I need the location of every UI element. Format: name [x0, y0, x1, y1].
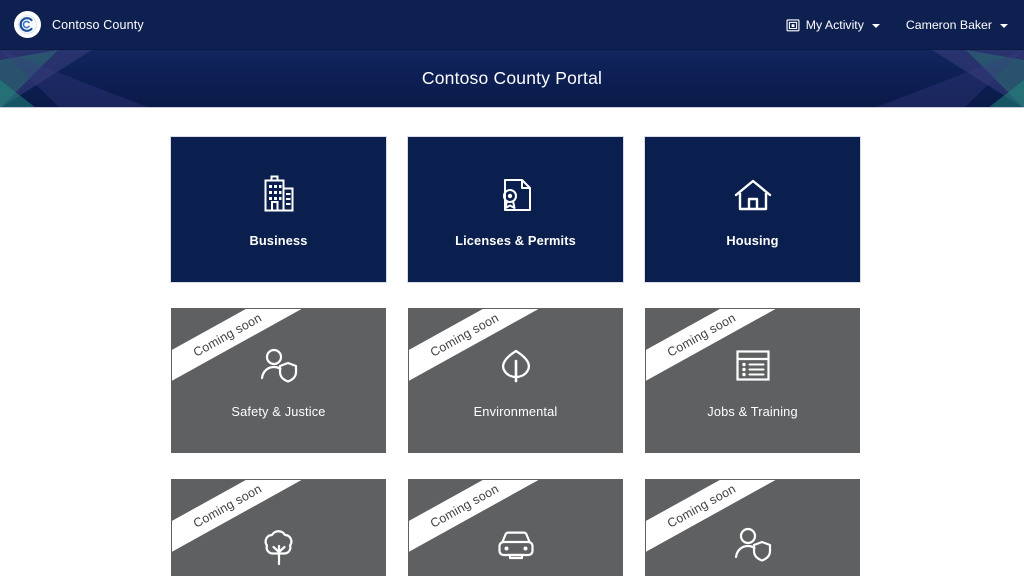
car-front-icon	[492, 521, 540, 569]
coming-soon-label: Coming soon	[190, 310, 264, 360]
tile-label: Licenses & Permits	[455, 232, 576, 248]
coming-soon-label: Coming soon	[427, 481, 501, 531]
house-icon	[729, 171, 777, 219]
navbar-right: My Activity Cameron Baker	[786, 18, 1008, 32]
tile-jobs-training[interactable]: Coming soon Jobs & Training	[645, 308, 860, 453]
coming-soon-label: Coming soon	[427, 310, 501, 360]
leaf-canopy-icon	[492, 342, 540, 390]
portal-page: Contoso County My Activity Cameron Baker	[0, 0, 1024, 576]
tree-icon	[255, 521, 303, 569]
contoso-c-logo-icon	[14, 11, 41, 38]
tile-label: Business	[249, 232, 308, 248]
brand[interactable]: Contoso County	[14, 11, 144, 38]
tile-business[interactable]: Business	[170, 136, 387, 283]
brand-name: Contoso County	[52, 17, 144, 32]
tile-label: Jobs & Training	[707, 403, 798, 419]
hero-banner: Contoso County Portal	[0, 50, 1024, 108]
chevron-down-icon	[871, 23, 880, 28]
tile-community-services[interactable]: Coming soon	[645, 479, 860, 576]
tile-licenses-permits[interactable]: Licenses & Permits	[407, 136, 624, 283]
coming-soon-label: Coming soon	[190, 481, 264, 531]
my-activity-menu[interactable]: My Activity	[786, 18, 880, 32]
user-menu[interactable]: Cameron Baker	[906, 18, 1008, 32]
service-tile-grid: Business Licenses & Permits Housing Comi…	[170, 136, 861, 576]
tile-label: Safety & Justice	[231, 403, 326, 419]
tile-housing[interactable]: Housing	[644, 136, 861, 283]
user-name-label: Cameron Baker	[905, 17, 992, 32]
page-title: Contoso County Portal	[421, 68, 603, 88]
chevron-down-icon	[1000, 23, 1008, 28]
tile-label: Environmental	[473, 403, 558, 419]
tile-safety-justice[interactable]: Coming soon Safety & Justice	[171, 308, 386, 453]
office-building-icon	[255, 171, 303, 219]
list-window-icon	[729, 342, 777, 390]
tile-environmental[interactable]: Coming soon Environmental	[408, 308, 623, 453]
tile-label: Housing	[726, 232, 779, 248]
certificate-document-icon	[492, 171, 540, 219]
person-shield-icon	[255, 342, 303, 390]
coming-soon-label: Coming soon	[664, 481, 738, 531]
tile-transportation[interactable]: Coming soon	[408, 479, 623, 576]
person-shield-icon	[729, 521, 777, 569]
coming-soon-label: Coming soon	[664, 310, 738, 360]
tile-parks-recreation[interactable]: Coming soon	[171, 479, 386, 576]
top-navbar: Contoso County My Activity Cameron Baker	[0, 0, 1024, 50]
calendar-activity-icon	[786, 18, 800, 32]
my-activity-label: My Activity	[805, 17, 864, 32]
